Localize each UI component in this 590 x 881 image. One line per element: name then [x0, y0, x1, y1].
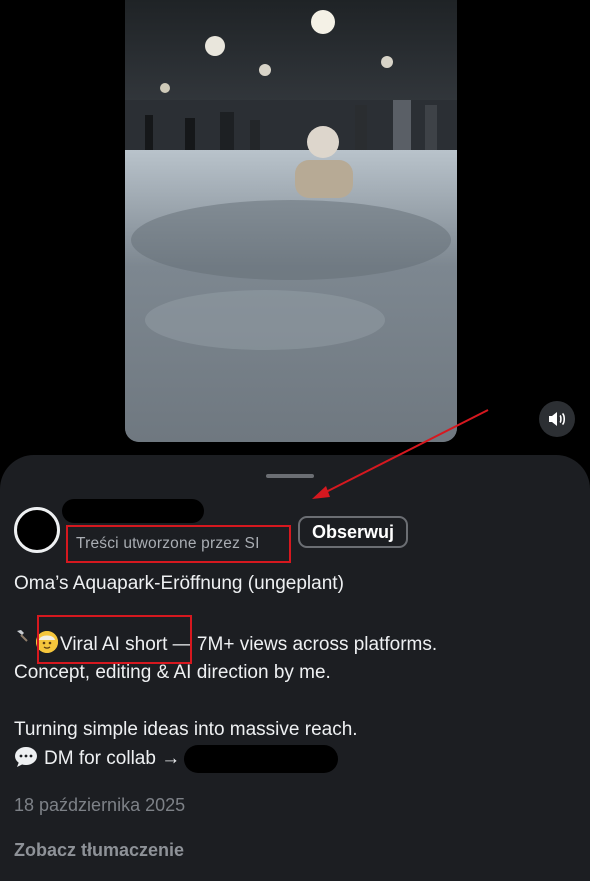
caption-line-turning: Turning simple ideas into massive reach. — [14, 719, 358, 740]
caption-line-concept: Concept, editing & AI direction by me. — [14, 662, 331, 683]
collab-link-redacted[interactable] — [184, 745, 339, 773]
follow-button[interactable]: Obserwuj — [298, 516, 408, 548]
video-player[interactable] — [125, 0, 457, 442]
hammer-icon — [17, 630, 28, 642]
caption-line-dm: DM for collab → — [14, 745, 339, 773]
views-text: — 7M+ views across platforms. — [167, 634, 438, 655]
sheet-drag-handle[interactable] — [266, 474, 314, 478]
see-translation-link[interactable]: Zobacz tłumaczenie — [14, 840, 184, 861]
username-redacted[interactable] — [62, 499, 204, 523]
ai-content-label[interactable]: Treści utworzone przez SI — [66, 525, 291, 563]
video-frame — [125, 0, 457, 442]
post-details-sheet: Treści utworzone przez SI Obserwuj Oma’s… — [0, 455, 590, 881]
mute-button[interactable] — [539, 401, 575, 437]
post-date: 18 października 2025 — [14, 795, 186, 815]
annotation-highlight-box — [37, 615, 192, 664]
speaker-icon — [549, 412, 566, 426]
dm-text: DM for collab → — [44, 748, 181, 770]
caption-title: Oma’s Aquapark-Eröffnung (ungeplant) — [14, 573, 344, 594]
speech-bubble-icon — [15, 747, 37, 768]
avatar[interactable] — [14, 507, 60, 553]
